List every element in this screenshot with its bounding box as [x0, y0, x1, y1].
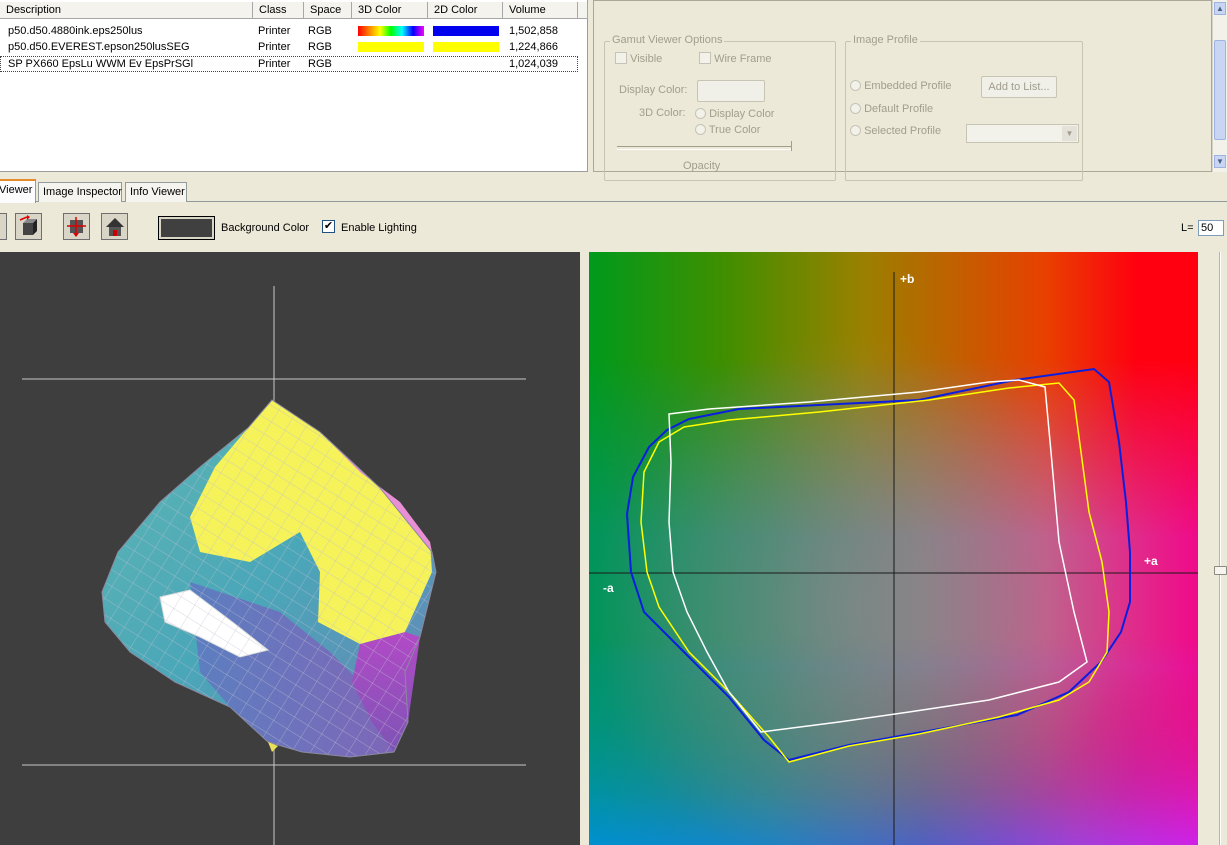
radio-embedded-label: Embedded Profile [864, 80, 952, 92]
visible-checkbox-box [615, 52, 627, 64]
scroll-down-icon[interactable]: ▼ [1214, 155, 1226, 168]
radio-display-color-label: Display Color [709, 108, 775, 120]
row-description: SP PX660 EpsLu WWM Ev EpsPrSGl [8, 58, 194, 70]
column-description[interactable]: Description [0, 2, 253, 19]
image-profile-title: Image Profile [851, 34, 920, 46]
radio-display-color-circle [695, 108, 706, 119]
opacity-slider-track[interactable] [617, 146, 791, 150]
column-class[interactable]: Class [253, 2, 304, 19]
row-volume: 1,024,039 [509, 58, 558, 70]
visible-checkbox[interactable]: Visible [615, 52, 662, 65]
row-space: RGB [308, 41, 332, 53]
row-description: p50.d50.EVEREST.epson250lusSEG [8, 41, 190, 53]
image-profile-group: Image Profile Embedded Profile Default P… [845, 34, 1083, 181]
display-color-label: Display Color: [619, 84, 688, 96]
tab-image-inspector[interactable]: Image Inspector [38, 182, 122, 202]
profile-select-dropdown[interactable]: ▼ [966, 124, 1079, 143]
radio-default-label: Default Profile [864, 103, 934, 115]
row-volume: 1,502,858 [509, 25, 558, 37]
radio-true-color[interactable]: True Color [695, 124, 760, 136]
row-3d-color-swatch [358, 26, 424, 36]
add-to-list-button[interactable]: Add to List... [981, 76, 1057, 98]
radio-selected-circle [850, 125, 861, 136]
gamut-2d-slice-viewer[interactable]: +b -a +a [589, 252, 1198, 845]
color3d-label: 3D Color: [639, 107, 686, 119]
move-icon [67, 217, 86, 237]
enable-lighting-label: Enable Lighting [341, 222, 417, 234]
tab-info-viewer[interactable]: Info Viewer [125, 182, 187, 202]
list-header: Description Class Space 3D Color 2D Colo… [0, 2, 588, 19]
wireframe-checkbox-box [699, 52, 711, 64]
l-value-input[interactable]: 50 [1198, 220, 1224, 236]
l-slider-thumb[interactable] [1214, 566, 1227, 575]
l-level-slider[interactable] [1213, 252, 1227, 845]
tab-bar: Viewer Image Inspector Info Viewer [0, 178, 1227, 203]
tab-viewer[interactable]: Viewer [0, 179, 36, 203]
home-icon [106, 218, 124, 236]
l-slider-track [1219, 252, 1221, 845]
row-2d-color-swatch [433, 26, 499, 36]
row-2d-color-swatch [433, 42, 499, 52]
wireframe-label: Wire Frame [714, 53, 772, 65]
radio-default-profile[interactable]: Default Profile [850, 103, 933, 115]
background-color-label: Background Color [221, 222, 310, 234]
radio-selected-profile[interactable]: Selected Profile [850, 125, 941, 137]
scroll-thumb[interactable] [1214, 40, 1226, 140]
row-volume: 1,224,866 [509, 41, 558, 53]
plus-a-axis-label: +a [1144, 554, 1158, 568]
radio-true-color-label: True Color [708, 124, 761, 136]
radio-display-color[interactable]: Display Color [695, 108, 774, 120]
row-3d-color-swatch [358, 42, 424, 52]
row-space: RGB [308, 58, 332, 70]
options-scrollbar[interactable]: ▲ ▼ [1212, 0, 1227, 172]
background-color-button[interactable] [158, 216, 215, 240]
scroll-up-icon[interactable]: ▲ [1214, 2, 1226, 15]
row-class: Printer [258, 25, 291, 37]
gamut-3d-viewer[interactable] [0, 252, 580, 845]
wireframe-checkbox[interactable]: Wire Frame [699, 52, 772, 65]
list-row-selected[interactable]: SP PX660 EpsLu WWM Ev EpsPrSGl Printer R… [0, 56, 578, 72]
display-color-button[interactable] [697, 80, 765, 102]
opacity-slider-end [788, 141, 792, 151]
enable-lighting-checkbox[interactable]: ✔ [322, 220, 335, 233]
gamut-3d-render [22, 286, 526, 845]
list-row[interactable]: p50.d50.EVEREST.epson250lusSEG Printer R… [0, 39, 578, 55]
radio-true-color-circle [695, 124, 706, 135]
gamut-viewer-options-group: Gamut Viewer Options Visible Wire Frame … [604, 34, 836, 181]
row-class: Printer [258, 58, 291, 70]
column-volume[interactable]: Volume [503, 2, 578, 19]
column-filler [578, 2, 588, 19]
opacity-label: Opacity [683, 160, 721, 172]
row-class: Printer [258, 41, 291, 53]
radio-embedded-profile[interactable]: Embedded Profile [850, 80, 952, 92]
row-space: RGB [308, 25, 332, 37]
minus-a-axis-label: -a [603, 581, 614, 595]
list-row[interactable]: p50.d50.4880ink.eps250lus Printer RGB 1,… [0, 23, 578, 39]
plus-b-axis-label: +b [900, 272, 915, 286]
radio-default-circle [850, 103, 861, 114]
column-3d-color[interactable]: 3D Color [352, 2, 428, 19]
cube-rotate-icon [19, 215, 37, 235]
chevron-down-icon: ▼ [1062, 126, 1077, 141]
profile-list[interactable]: Description Class Space 3D Color 2D Colo… [0, 0, 588, 172]
radio-selected-label: Selected Profile [864, 125, 942, 137]
column-space[interactable]: Space [304, 2, 352, 19]
home-view-button[interactable] [101, 213, 128, 240]
move-view-button[interactable] [63, 213, 90, 240]
gamut-options-title: Gamut Viewer Options [610, 34, 725, 46]
options-panel: Gamut Viewer Options Visible Wire Frame … [593, 0, 1212, 181]
visible-label: Visible [630, 53, 663, 65]
gamut-slice-plot [589, 272, 1198, 845]
l-label: L= [1181, 222, 1194, 234]
radio-embedded-circle [850, 80, 861, 91]
rotate-cube-button[interactable] [15, 213, 42, 240]
row-description: p50.d50.4880ink.eps250lus [8, 25, 143, 37]
column-2d-color[interactable]: 2D Color [428, 2, 503, 19]
toolbar-button-partial[interactable] [0, 213, 7, 240]
